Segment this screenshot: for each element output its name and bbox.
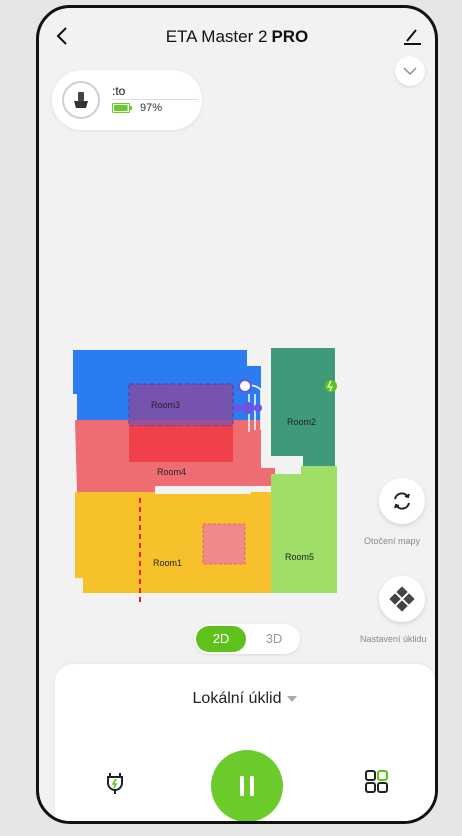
device-name: ETA Master 2 xyxy=(165,27,268,46)
rotate-map-icon xyxy=(394,492,410,510)
cleaning-settings-button[interactable] xyxy=(379,576,425,622)
robot-marker xyxy=(238,379,252,393)
room-label-room2: Room2 xyxy=(287,417,316,427)
battery-percentage: 97% xyxy=(140,102,163,114)
robot-name: :to xyxy=(112,84,126,98)
view-toggle: 2D 3D xyxy=(194,624,300,654)
zone-selection[interactable] xyxy=(128,383,234,427)
rotate-map-label: Otočení mapy xyxy=(364,536,421,546)
cleaning-map[interactable]: Room3 Room2 Room4 Room1 Room5 xyxy=(65,338,345,608)
phone-frame: ETA Master 2 PRO :to 97% Room3 Room2 Roo… xyxy=(36,5,438,824)
rooms-button[interactable] xyxy=(363,768,391,796)
mode-selector[interactable]: Lokální úklid xyxy=(55,690,435,708)
pause-button[interactable] xyxy=(211,750,283,821)
edit-icon xyxy=(404,29,421,45)
robot-status-card[interactable]: :to 97% xyxy=(52,70,202,130)
battery-icon xyxy=(112,103,132,113)
room-label-room4: Room4 xyxy=(157,467,186,477)
room-label-room1: Room1 xyxy=(153,558,182,568)
cleaning-settings-label: Nastavení úklidu xyxy=(360,634,427,644)
control-panel: Lokální úklid xyxy=(55,664,435,821)
dock-button[interactable] xyxy=(101,768,129,796)
status-divider xyxy=(112,99,198,100)
robot-broom-icon xyxy=(74,92,88,108)
page-title: ETA Master 2 PRO xyxy=(39,27,435,47)
zone-selection[interactable] xyxy=(202,523,246,565)
room-label-room3: Room3 xyxy=(151,400,180,410)
expand-button[interactable] xyxy=(395,56,425,86)
robot-status-ring xyxy=(62,81,100,119)
mode-label: Lokální úklid xyxy=(192,690,282,707)
cleaning-settings-icon xyxy=(389,586,415,612)
room-area-room5[interactable] xyxy=(271,466,337,593)
chevron-down-icon xyxy=(403,67,417,76)
caret-down-icon xyxy=(287,695,298,702)
rooms-grid-icon xyxy=(365,770,388,793)
top-bar: ETA Master 2 PRO xyxy=(39,8,435,64)
map-wall xyxy=(155,486,251,494)
view-2d-option[interactable]: 2D xyxy=(196,626,246,652)
edit-button[interactable] xyxy=(401,24,423,48)
dock-charge-icon xyxy=(107,773,123,794)
room-label-room5: Room5 xyxy=(285,552,314,562)
view-3d-option[interactable]: 3D xyxy=(250,626,298,652)
rotate-map-button[interactable] xyxy=(379,478,425,524)
zone-selection[interactable] xyxy=(129,426,233,462)
map-wall xyxy=(261,366,271,468)
model-badge: PRO xyxy=(271,27,309,46)
room-area-room2[interactable] xyxy=(271,348,335,466)
